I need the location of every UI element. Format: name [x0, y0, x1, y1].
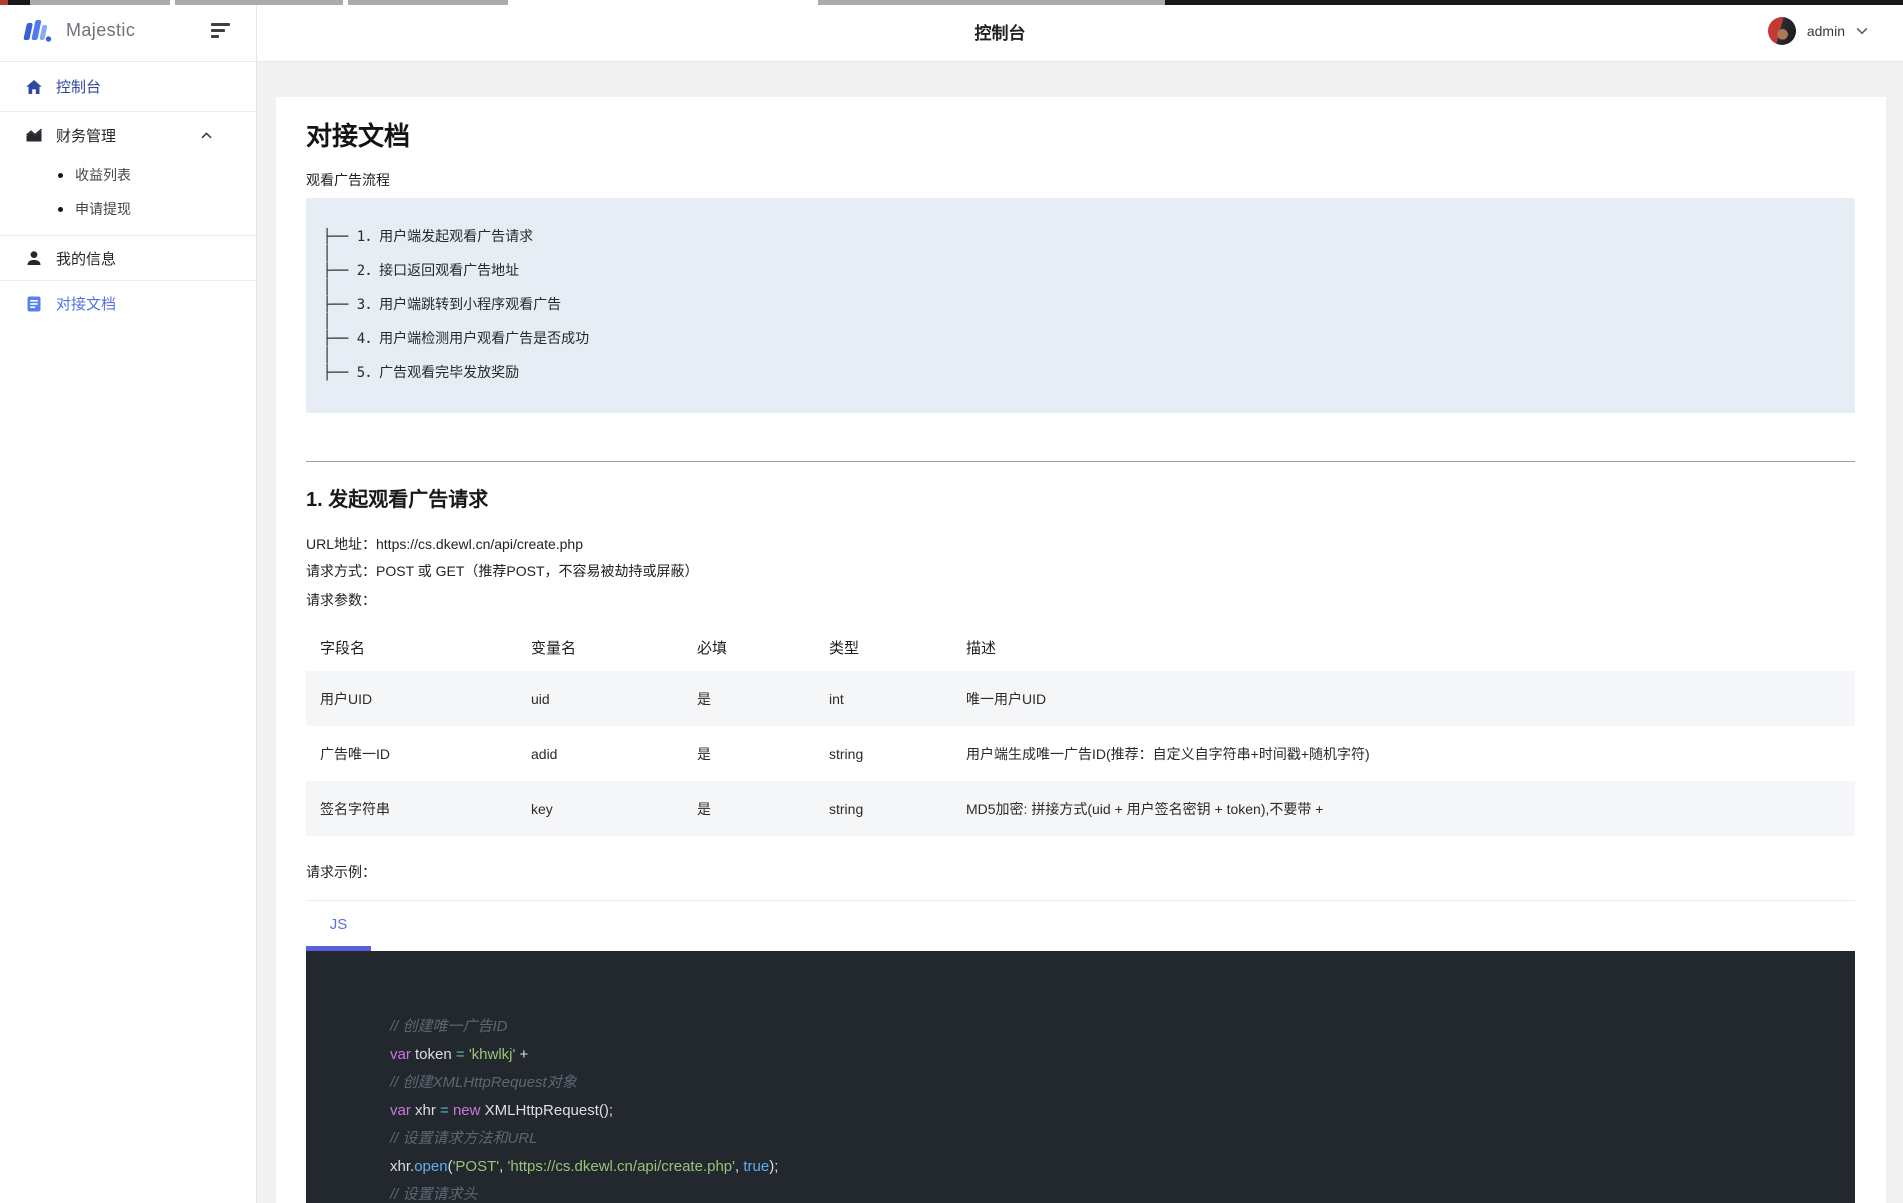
table-row: 用户UID uid 是 int 唯一用户UID — [306, 671, 1855, 726]
api-url-line: URL地址：https://cs.dkewl.cn/api/create.php — [306, 536, 584, 552]
table-header-cell: 字段名 — [320, 639, 366, 657]
table-header-row: 字段名 变量名 必填 类型 描述 — [306, 623, 1855, 671]
sidebar-item-finance[interactable]: 财务管理 — [0, 112, 256, 158]
table-cell: 是 — [697, 745, 711, 762]
code-line: // 设置请求头 — [390, 1186, 478, 1203]
table-row: 广告唯一ID adid 是 string 用户端生成唯一广告ID(推荐：自定义自字符串+… — [306, 726, 1855, 781]
table-cell: key — [531, 800, 553, 817]
sidebar: Majestic 控制台 财务管理 收益列表 申请提现 我的信息 对接文档 — [0, 0, 257, 1203]
document-icon — [25, 295, 43, 313]
home-icon — [25, 78, 43, 96]
flow-label: 观看广告流程 — [306, 172, 390, 188]
table-cell: MD5加密: 拼接方式(uid + 用户签名密钥 + token),不要带 + — [966, 800, 1324, 817]
table-cell: int — [829, 690, 844, 707]
table-cell: 用户UID — [320, 690, 373, 707]
user-name: admin — [1806, 23, 1845, 39]
table-header-cell: 类型 — [829, 639, 860, 657]
sidebar-subitem-revenue-list[interactable]: 收益列表 — [0, 158, 256, 192]
table-header-cell: 描述 — [966, 639, 997, 657]
table-header-cell: 必填 — [697, 639, 728, 657]
sidebar-item-label: 我的信息 — [56, 250, 117, 268]
sidebar-item-label: 财务管理 — [56, 127, 117, 145]
brand-name: Majestic — [66, 20, 136, 40]
table-cell: 是 — [697, 800, 711, 817]
page-title: 控制台 — [974, 23, 1026, 43]
doc-card: 对接文档 观看广告流程 ├── 1．用户端发起观看广告请求 │ ├── 2．接口… — [276, 97, 1886, 1203]
code-line: // 设置请求方法和URL — [390, 1130, 538, 1147]
table-cell: 签名字符串 — [320, 800, 390, 817]
code-sample: // 创建唯一广告ID var token = 'khwlkj' + // 创建XM… — [306, 951, 1855, 1203]
section-heading: 1. 发起观看广告请求 — [306, 489, 489, 511]
user-icon — [25, 249, 43, 267]
top-header: 控制台 admin — [257, 0, 1903, 62]
hamburger-icon — [211, 23, 230, 26]
chevron-up-icon — [201, 131, 212, 139]
bullet-icon — [58, 172, 63, 178]
table-cell: 广告唯一ID — [320, 745, 390, 762]
sidebar-item-label: 对接文档 — [56, 296, 117, 313]
table-cell: 是 — [697, 690, 711, 707]
brand-logo: Majestic — [22, 18, 135, 44]
sidebar-item-label: 控制台 — [56, 79, 102, 96]
code-line: xhr.open('POST', 'https://cs.dkewl.cn/ap… — [390, 1158, 779, 1175]
sidebar-item-profile[interactable]: 我的信息 — [0, 236, 256, 280]
tab-js[interactable]: JS — [306, 901, 371, 947]
area-chart-icon — [25, 126, 43, 144]
code-line: // 创建唯一广告ID — [390, 1018, 508, 1035]
brand-logo-icon — [23, 19, 52, 42]
flow-diagram: ├── 1．用户端发起观看广告请求 │ ├── 2．接口返回观看广告地址 │ ├… — [306, 198, 1855, 413]
params-table: 字段名 变量名 必填 类型 描述 用户UID uid 是 int 唯一用户UID 广告唯一ID ad… — [306, 623, 1855, 836]
sidebar-group-finance: 财务管理 收益列表 申请提现 — [0, 111, 256, 236]
sidebar-subitem-label: 申请提现 — [75, 201, 131, 217]
main-area: 对接文档 观看广告流程 ├── 1．用户端发起观看广告请求 │ ├── 2．接口… — [257, 62, 1903, 1203]
code-line: var token = 'khwlkj' + — [390, 1046, 529, 1063]
code-tabbar: JS — [306, 900, 1855, 951]
bullet-icon — [58, 206, 63, 212]
avatar — [1767, 17, 1796, 45]
code-line: var xhr = new XMLHttpRequest(); — [390, 1102, 614, 1119]
tab-active-indicator — [306, 946, 371, 951]
sidebar-collapse-button[interactable] — [211, 23, 231, 38]
table-cell: 唯一用户UID — [966, 690, 1047, 707]
code-line: // 创建XMLHttpRequest对象 — [390, 1074, 577, 1091]
sidebar-subitem-label: 收益列表 — [75, 167, 131, 183]
sidebar-nav: 控制台 财务管理 收益列表 申请提现 我的信息 对接文档 — [0, 62, 256, 326]
user-menu[interactable]: admin — [1767, 0, 1868, 62]
table-cell: string — [829, 745, 864, 762]
sidebar-item-console[interactable]: 控制台 — [0, 62, 256, 111]
table-cell: uid — [531, 690, 550, 707]
section-divider — [306, 461, 1855, 462]
table-header-cell: 变量名 — [531, 639, 577, 657]
sidebar-logo-row: Majestic — [0, 0, 256, 62]
sidebar-item-docs[interactable]: 对接文档 — [0, 280, 256, 326]
table-row: 签名字符串 key 是 string MD5加密: 拼接方式(uid + 用户签名密钥 … — [306, 781, 1855, 836]
app-root: Majestic 控制台 财务管理 收益列表 申请提现 我的信息 对接文档 控制… — [0, 0, 1903, 1203]
doc-title: 对接文档 — [306, 121, 411, 151]
params-label: 请求参数： — [306, 592, 376, 608]
example-label: 请求示例： — [306, 864, 376, 880]
sidebar-subitem-withdraw[interactable]: 申请提现 — [0, 192, 256, 226]
code-block: JS // 创建唯一广告ID var token = 'khwlkj' +// 创… — [306, 900, 1855, 1203]
chevron-down-icon — [1856, 22, 1868, 40]
table-cell: string — [829, 800, 864, 817]
request-method-line: 请求方式：POST 或 GET（推荐POST，不容易被劫持或屏蔽） — [306, 563, 699, 579]
table-cell: adid — [531, 745, 558, 762]
table-cell: 用户端生成唯一广告ID(推荐：自定义自字符串+时间戳+随机字符) — [966, 745, 1370, 762]
content-column: 控制台 admin 对接文档 观看广告流程 ├── 1．用户端发起观看广告请求 … — [257, 0, 1903, 1203]
